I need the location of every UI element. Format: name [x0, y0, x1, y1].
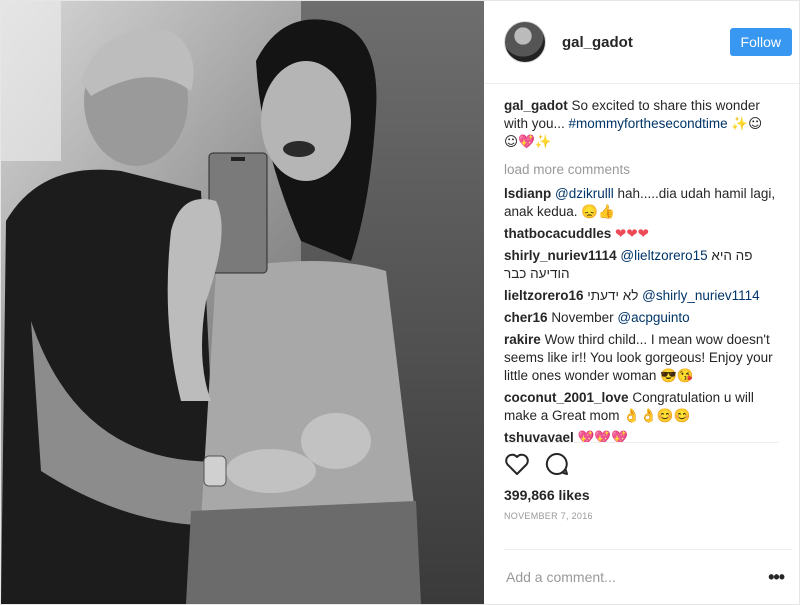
post-photo[interactable]: [1, 1, 484, 604]
comment-text: ❤❤❤: [615, 226, 649, 241]
comment-text: Wow third child... I mean wow doesn't se…: [504, 332, 773, 383]
comment-username[interactable]: lieltzorero16: [504, 288, 584, 303]
more-options-icon[interactable]: •••: [762, 567, 792, 588]
comment-item: coconut_2001_love Congratulation u will …: [504, 389, 779, 425]
like-count[interactable]: 399,866 likes: [484, 479, 799, 503]
comments-section: gal_gadot So excited to share this wonde…: [484, 84, 799, 442]
comment-mention[interactable]: @lieltzorero15: [620, 248, 707, 263]
comment-mention[interactable]: @dzikrulll: [555, 186, 614, 201]
comment-item: thatbocacuddles ❤❤❤: [504, 225, 779, 243]
comment-item: lsdianp @dzikrulll hah.....dia udah hami…: [504, 185, 779, 221]
comment-text: November: [551, 310, 614, 325]
avatar[interactable]: [504, 21, 546, 63]
action-bar: [504, 442, 779, 479]
comment-text: 💖💖💖: [577, 430, 628, 442]
comment-username[interactable]: coconut_2001_love: [504, 390, 629, 405]
comment-mention[interactable]: @shirly_nuriev1114: [642, 288, 760, 303]
instagram-post: gal_gadot Follow gal_gadot So excited to…: [0, 0, 800, 605]
comment-item: shirly_nuriev1114 @lieltzorero15 פה היא …: [504, 247, 779, 283]
post-date[interactable]: NOVEMBER 7, 2016: [484, 503, 799, 521]
caption: gal_gadot So excited to share this wonde…: [504, 97, 779, 151]
comment-item: cher16 November @acpguinto: [504, 309, 779, 327]
caption-hashtag[interactable]: #mommyforthesecondtime: [569, 116, 728, 131]
caption-username[interactable]: gal_gadot: [504, 98, 568, 113]
post-header: gal_gadot Follow: [484, 1, 799, 84]
heart-outline-icon[interactable]: [504, 452, 530, 481]
comment-item: tshuvayael 💖💖💖: [504, 429, 779, 442]
post-sidebar: gal_gadot Follow gal_gadot So excited to…: [484, 1, 799, 604]
comment-username[interactable]: lsdianp: [504, 186, 551, 201]
comment-mention[interactable]: @acpguinto: [617, 310, 689, 325]
follow-button[interactable]: Follow: [729, 28, 792, 56]
comment-username[interactable]: shirly_nuriev1114: [504, 248, 617, 263]
add-comment-bar: •••: [504, 549, 792, 604]
comment-item: lieltzorero16 לא ידעתי @shirly_nuriev111…: [504, 287, 779, 305]
couple-photo-image: [1, 1, 484, 604]
comment-item: rakire Wow third child... I mean wow doe…: [504, 331, 779, 385]
comment-username[interactable]: cher16: [504, 310, 548, 325]
header-username[interactable]: gal_gadot: [562, 34, 730, 51]
comment-text: לא ידעתי: [587, 288, 639, 303]
add-comment-input[interactable]: [504, 568, 763, 586]
comment-username[interactable]: tshuvayael: [504, 430, 574, 442]
comment-bubble-icon[interactable]: [544, 451, 570, 482]
comment-username[interactable]: rakire: [504, 332, 541, 347]
comment-username[interactable]: thatbocacuddles: [504, 226, 611, 241]
load-more-comments-link[interactable]: load more comments: [504, 161, 779, 179]
